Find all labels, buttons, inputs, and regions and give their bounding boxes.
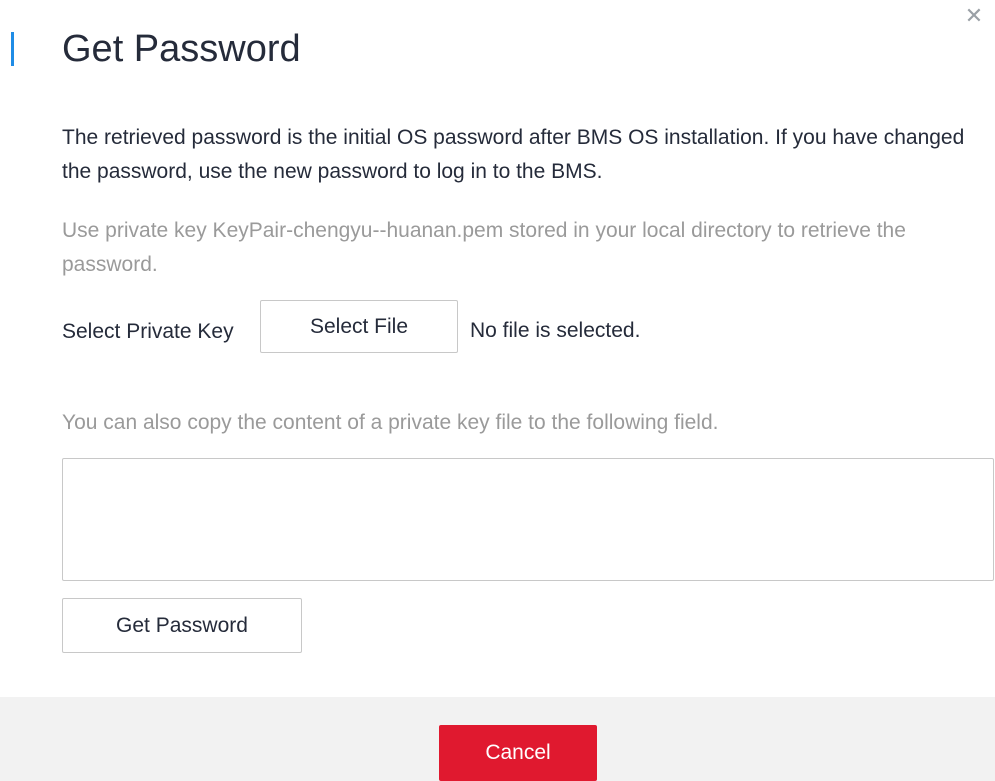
- private-key-textarea[interactable]: [62, 458, 994, 581]
- cancel-button[interactable]: Cancel: [439, 725, 597, 781]
- title-accent-bar: [11, 32, 14, 66]
- copy-key-hint: You can also copy the content of a priva…: [62, 411, 719, 434]
- dialog-title: Get Password: [62, 28, 301, 70]
- get-password-dialog: Get Password ✕ The retrieved password is…: [0, 0, 995, 781]
- get-password-button[interactable]: Get Password: [62, 598, 302, 653]
- select-private-key-label: Select Private Key: [62, 320, 234, 343]
- dialog-footer: Cancel: [0, 697, 995, 781]
- private-key-hint: Use private key KeyPair-chengyu--huanan.…: [62, 219, 906, 276]
- file-status-text: No file is selected.: [470, 319, 641, 342]
- select-file-button[interactable]: Select File: [260, 300, 458, 353]
- intro-text: The retrieved password is the initial OS…: [62, 126, 965, 183]
- close-icon[interactable]: ✕: [962, 4, 986, 28]
